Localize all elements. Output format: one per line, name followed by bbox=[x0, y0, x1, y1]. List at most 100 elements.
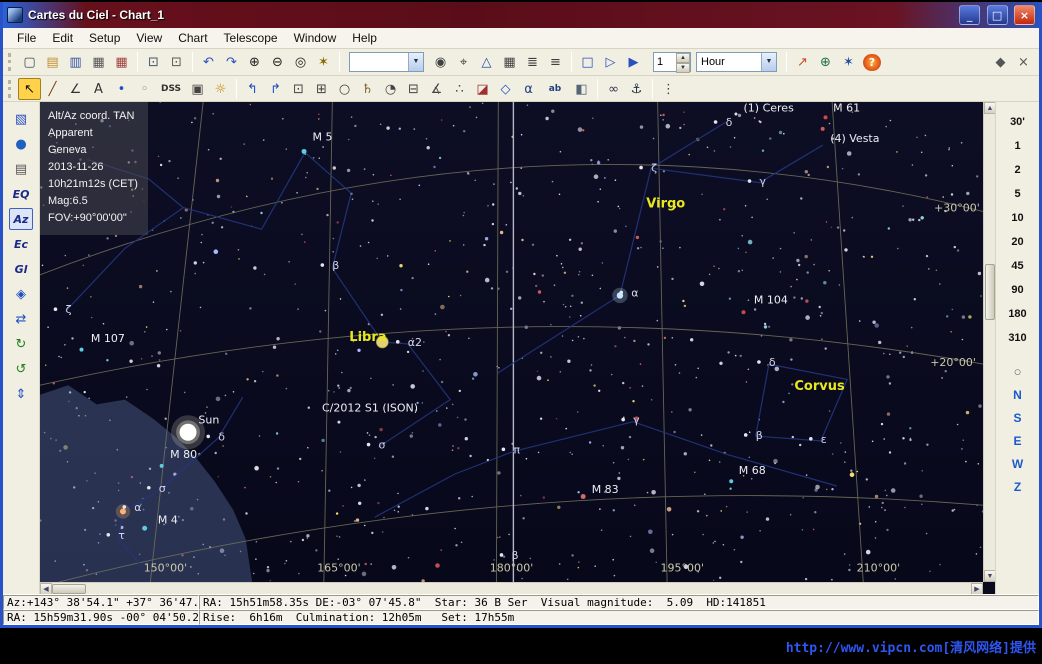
unit-dropdown-icon[interactable]: ▼ bbox=[761, 53, 776, 71]
tool-dot-white[interactable]: ◦ bbox=[133, 78, 156, 100]
zoom-default-button[interactable]: ◎ bbox=[289, 51, 312, 73]
zoom-out-button[interactable]: ⊖ bbox=[266, 51, 289, 73]
fov-button-180[interactable]: 180 bbox=[1000, 302, 1036, 326]
spin-down-icon[interactable]: ▼ bbox=[676, 63, 690, 73]
telescope-button[interactable]: △ bbox=[475, 51, 498, 73]
compass-e[interactable]: E bbox=[1013, 430, 1021, 453]
scroll-left-icon[interactable]: ◀ bbox=[40, 583, 52, 595]
menu-setup[interactable]: Setup bbox=[81, 29, 128, 47]
fov-button-2[interactable]: 2 bbox=[1000, 158, 1036, 182]
chart-page-button[interactable]: ▤ bbox=[9, 158, 33, 180]
menu-file[interactable]: File bbox=[9, 29, 44, 47]
step-forward-button[interactable]: ▶ bbox=[622, 51, 645, 73]
coord-equatorial-button[interactable]: EQ bbox=[9, 183, 33, 205]
fov-button-10[interactable]: 10 bbox=[1000, 206, 1036, 230]
tool-measure[interactable]: ∠ bbox=[64, 78, 87, 100]
calendar-button[interactable]: ▦ bbox=[498, 51, 521, 73]
cursor-mode-1-button[interactable]: ↰ bbox=[241, 78, 264, 100]
chart-area[interactable]: VirgoLibraCorvusM 5(1) CeresM 61(4) Vest… bbox=[40, 102, 995, 594]
show-globe-button[interactable]: ● bbox=[9, 133, 33, 155]
menu-chart[interactable]: Chart bbox=[170, 29, 215, 47]
spin-up-icon[interactable]: ▲ bbox=[676, 53, 690, 63]
scroll-down-icon[interactable]: ▼ bbox=[984, 570, 995, 582]
fov-button-5[interactable]: 5 bbox=[1000, 182, 1036, 206]
time-step-input[interactable] bbox=[654, 53, 676, 71]
redo-button[interactable]: ↷ bbox=[220, 51, 243, 73]
menu-edit[interactable]: Edit bbox=[44, 29, 81, 47]
fov-circle-button[interactable]: ○ bbox=[333, 78, 356, 100]
flip-north-south-button[interactable]: ⇕ bbox=[9, 383, 33, 405]
eraser-tool-button[interactable]: ◪ bbox=[471, 78, 494, 100]
menu-view[interactable]: View bbox=[128, 29, 170, 47]
observer-position-button[interactable]: ⌖ bbox=[452, 51, 475, 73]
close-button[interactable]: × bbox=[1014, 5, 1035, 25]
image-capture-button[interactable]: ▣ bbox=[186, 78, 209, 100]
tool-select[interactable]: ↖ bbox=[18, 78, 41, 100]
compass-circle-icon[interactable]: ○ bbox=[1014, 360, 1022, 384]
sun-disc[interactable] bbox=[180, 424, 197, 441]
rotate-cw-button[interactable]: ↻ bbox=[9, 333, 33, 355]
toolbar-grip[interactable] bbox=[8, 53, 13, 71]
title-bar[interactable]: Cartes du Ciel - Chart_1 _ □ × bbox=[3, 2, 1039, 28]
tool-label[interactable]: A bbox=[87, 78, 110, 100]
play-button[interactable]: ▷ bbox=[599, 51, 622, 73]
greek-labels-button[interactable]: α bbox=[517, 78, 540, 100]
minimize-button[interactable]: _ bbox=[959, 5, 980, 25]
rotate-ccw-button[interactable]: ↺ bbox=[9, 358, 33, 380]
planets-toggle-button[interactable]: ♄ bbox=[356, 78, 379, 100]
close-toolbar-button[interactable]: × bbox=[1012, 51, 1035, 73]
external-app-button[interactable]: ↗ bbox=[791, 51, 814, 73]
anchor-icon[interactable]: ⚓ bbox=[625, 78, 648, 100]
track-object-button[interactable]: ✶ bbox=[837, 51, 860, 73]
copy-chart-button[interactable]: ⊡ bbox=[142, 51, 165, 73]
compass-z[interactable]: Z bbox=[1014, 476, 1021, 499]
tool-pen[interactable]: ╱ bbox=[41, 78, 64, 100]
clock-toggle-button[interactable]: ◔ bbox=[379, 78, 402, 100]
node-tool-button[interactable]: ⊡ bbox=[287, 78, 310, 100]
object-search-input[interactable] bbox=[350, 54, 408, 70]
star-density-button[interactable]: ∴ bbox=[448, 78, 471, 100]
menu-window[interactable]: Window bbox=[286, 29, 345, 47]
grid-toggle-button[interactable]: ⊞ bbox=[310, 78, 333, 100]
print-button[interactable]: ▦ bbox=[87, 51, 110, 73]
about-help-button[interactable]: ? bbox=[863, 54, 881, 71]
star-zoom-button[interactable]: ✶ bbox=[312, 51, 335, 73]
tool-dot-blue[interactable]: • bbox=[110, 78, 133, 100]
find-object-button[interactable]: ◉ bbox=[429, 51, 452, 73]
compass-tool-button[interactable]: ◇ bbox=[494, 78, 517, 100]
milkyway-toggle-button[interactable]: ◧ bbox=[570, 78, 593, 100]
coord-galactic-button[interactable]: Gl bbox=[9, 258, 33, 280]
mirror-view-button[interactable]: ◈ bbox=[9, 283, 33, 305]
time-unit-dropdown[interactable]: Hour ▼ bbox=[696, 52, 777, 72]
swap-east-west-button[interactable]: ⇄ bbox=[9, 308, 33, 330]
fov-button-20[interactable]: 20 bbox=[1000, 230, 1036, 254]
sky-chart-svg[interactable]: VirgoLibraCorvusM 5(1) CeresM 61(4) Vest… bbox=[40, 102, 983, 582]
more-tools-button[interactable]: ⋮ bbox=[657, 78, 680, 100]
stop-button[interactable]: □ bbox=[576, 51, 599, 73]
compass-w[interactable]: W bbox=[1012, 453, 1023, 476]
background-light-button[interactable]: ☼ bbox=[209, 78, 232, 100]
print-setup-button[interactable]: ▦ bbox=[110, 51, 133, 73]
fov-button-45[interactable]: 45 bbox=[1000, 254, 1036, 278]
fov-button-310[interactable]: 310 bbox=[1000, 326, 1036, 350]
show-chart-button[interactable]: ▧ bbox=[9, 108, 33, 130]
fov-button-30m[interactable]: 30' bbox=[1000, 110, 1036, 134]
menu-help[interactable]: Help bbox=[344, 29, 385, 47]
menu-telescope[interactable]: Telescope bbox=[216, 29, 286, 47]
compass-s[interactable]: S bbox=[1013, 407, 1021, 430]
time-step-spinner[interactable]: ▲ ▼ bbox=[653, 52, 691, 72]
center-target-button[interactable]: ⊕ bbox=[814, 51, 837, 73]
cursor-mode-2-button[interactable]: ↱ bbox=[264, 78, 287, 100]
fov-button-90[interactable]: 90 bbox=[1000, 278, 1036, 302]
toolbar-grip[interactable] bbox=[8, 80, 13, 98]
zoom-in-button[interactable]: ⊕ bbox=[243, 51, 266, 73]
chain-icon[interactable]: ∞ bbox=[602, 78, 625, 100]
angle-tool-button[interactable]: ∡ bbox=[425, 78, 448, 100]
new-chart-button[interactable]: ▢ bbox=[18, 51, 41, 73]
fov-button-1[interactable]: 1 bbox=[1000, 134, 1036, 158]
dss-image-button[interactable]: DSS bbox=[156, 78, 186, 100]
copy-image-button[interactable]: ⊡ bbox=[165, 51, 188, 73]
maximize-button[interactable]: □ bbox=[987, 5, 1008, 25]
undo-button[interactable]: ↶ bbox=[197, 51, 220, 73]
pin-toolbar-button[interactable]: ◆ bbox=[989, 51, 1012, 73]
